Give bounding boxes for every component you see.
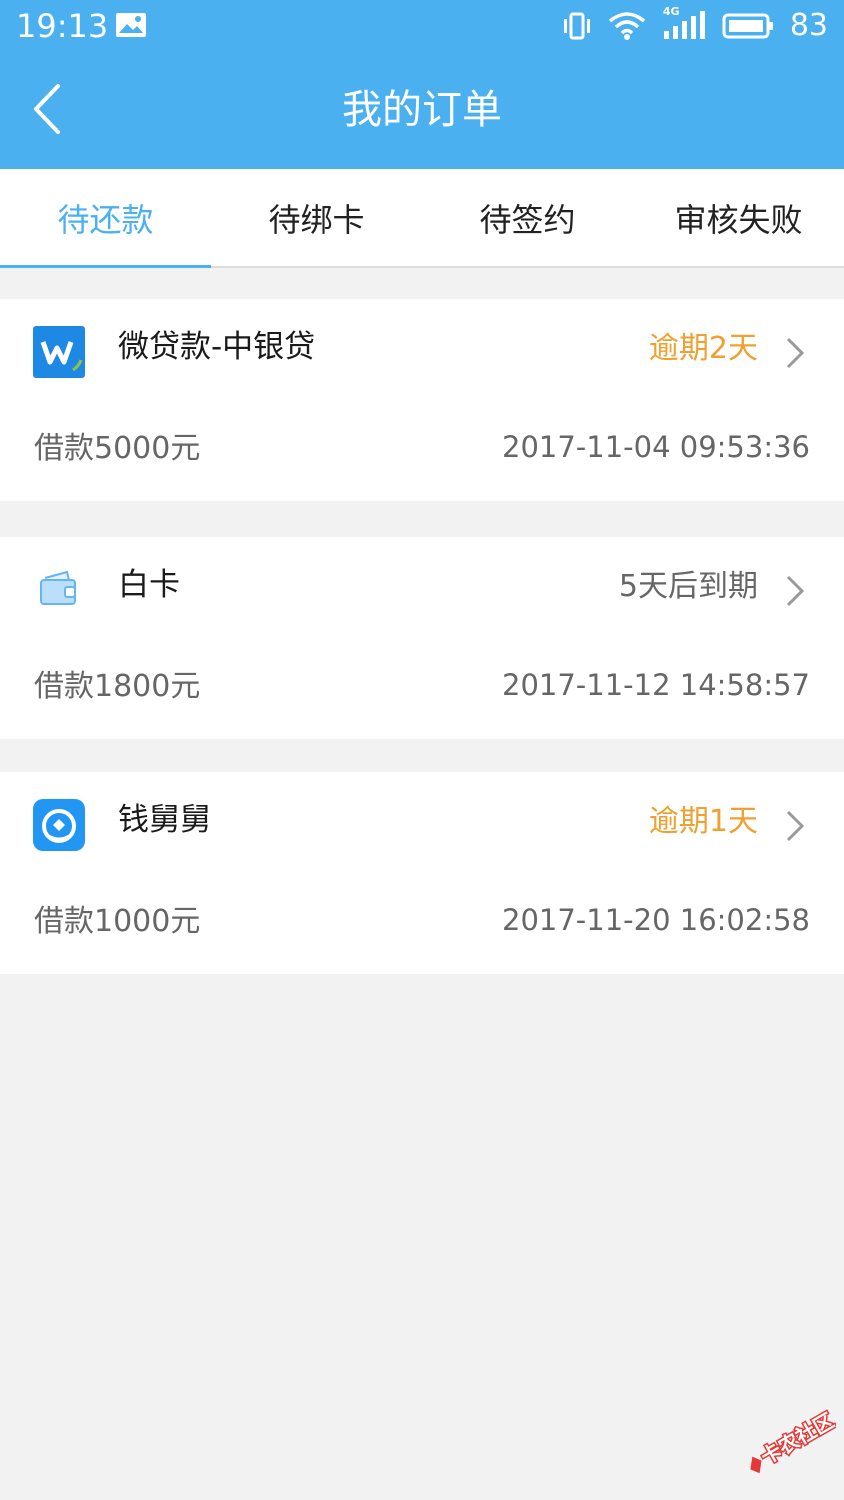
status-time: 19:13 [16, 7, 109, 45]
order-card[interactable]: 微贷款-中银贷 逾期2天 借款5000元 2017-11-04 09:53:36 [0, 299, 844, 501]
order-datetime: 2017-11-04 09:53:36 [502, 430, 810, 464]
order-status: 逾期1天 [648, 804, 758, 839]
order-name: 钱舅舅 [118, 802, 211, 838]
order-status: 逾期2天 [648, 331, 758, 366]
order-card[interactable]: 钱舅舅 逾期1天 借款1000元 2017-11-20 16:02:58 [0, 772, 844, 974]
order-amount: 借款5000元 [34, 431, 201, 466]
battery-icon [722, 13, 773, 39]
page-title: 我的订单 [342, 87, 502, 133]
order-name: 微贷款-中银贷 [118, 329, 316, 365]
chevron-right-icon [786, 810, 805, 842]
order-amount: 借款1800元 [34, 669, 201, 704]
order-tabs: 待还款 待绑卡 待签约 审核失败 [0, 169, 844, 268]
wifi-icon [608, 12, 645, 40]
weidaikuan-app-icon [33, 326, 85, 378]
signal-icon: 4G [662, 5, 706, 41]
wallet-icon [40, 570, 76, 605]
chevron-right-icon [786, 337, 805, 369]
tab-pending-repayment[interactable]: 待还款 [0, 169, 211, 268]
navigation-bar: 我的订单 [0, 52, 844, 169]
order-card[interactable]: 白卡 5天后到期 借款1800元 2017-11-12 14:58:57 [0, 537, 844, 739]
vibrate-icon [563, 12, 590, 40]
kanong-logo-icon: 卡农社区 [750, 1407, 840, 1474]
tab-pending-sign[interactable]: 待签约 [422, 169, 633, 266]
chevron-right-icon [786, 575, 805, 607]
svg-text:卡农社区: 卡农社区 [757, 1408, 836, 1469]
order-status: 5天后到期 [618, 569, 758, 604]
kanong-watermark: 卡农社区 [736, 1407, 840, 1482]
order-amount: 借款1000元 [34, 904, 201, 939]
order-datetime: 2017-11-12 14:58:57 [502, 668, 810, 702]
tab-pending-bind-card[interactable]: 待绑卡 [211, 169, 422, 266]
status-bar: 19:13 4G 83 [0, 0, 844, 52]
gallery-notification-icon [116, 13, 146, 37]
order-datetime: 2017-11-20 16:02:58 [502, 903, 810, 937]
order-name: 白卡 [118, 567, 180, 603]
tab-review-failed[interactable]: 审核失败 [633, 169, 844, 266]
status-icons: 4G 83 [562, 5, 828, 46]
qianjiujiu-app-icon [33, 799, 85, 851]
battery-level: 83 [789, 8, 828, 43]
